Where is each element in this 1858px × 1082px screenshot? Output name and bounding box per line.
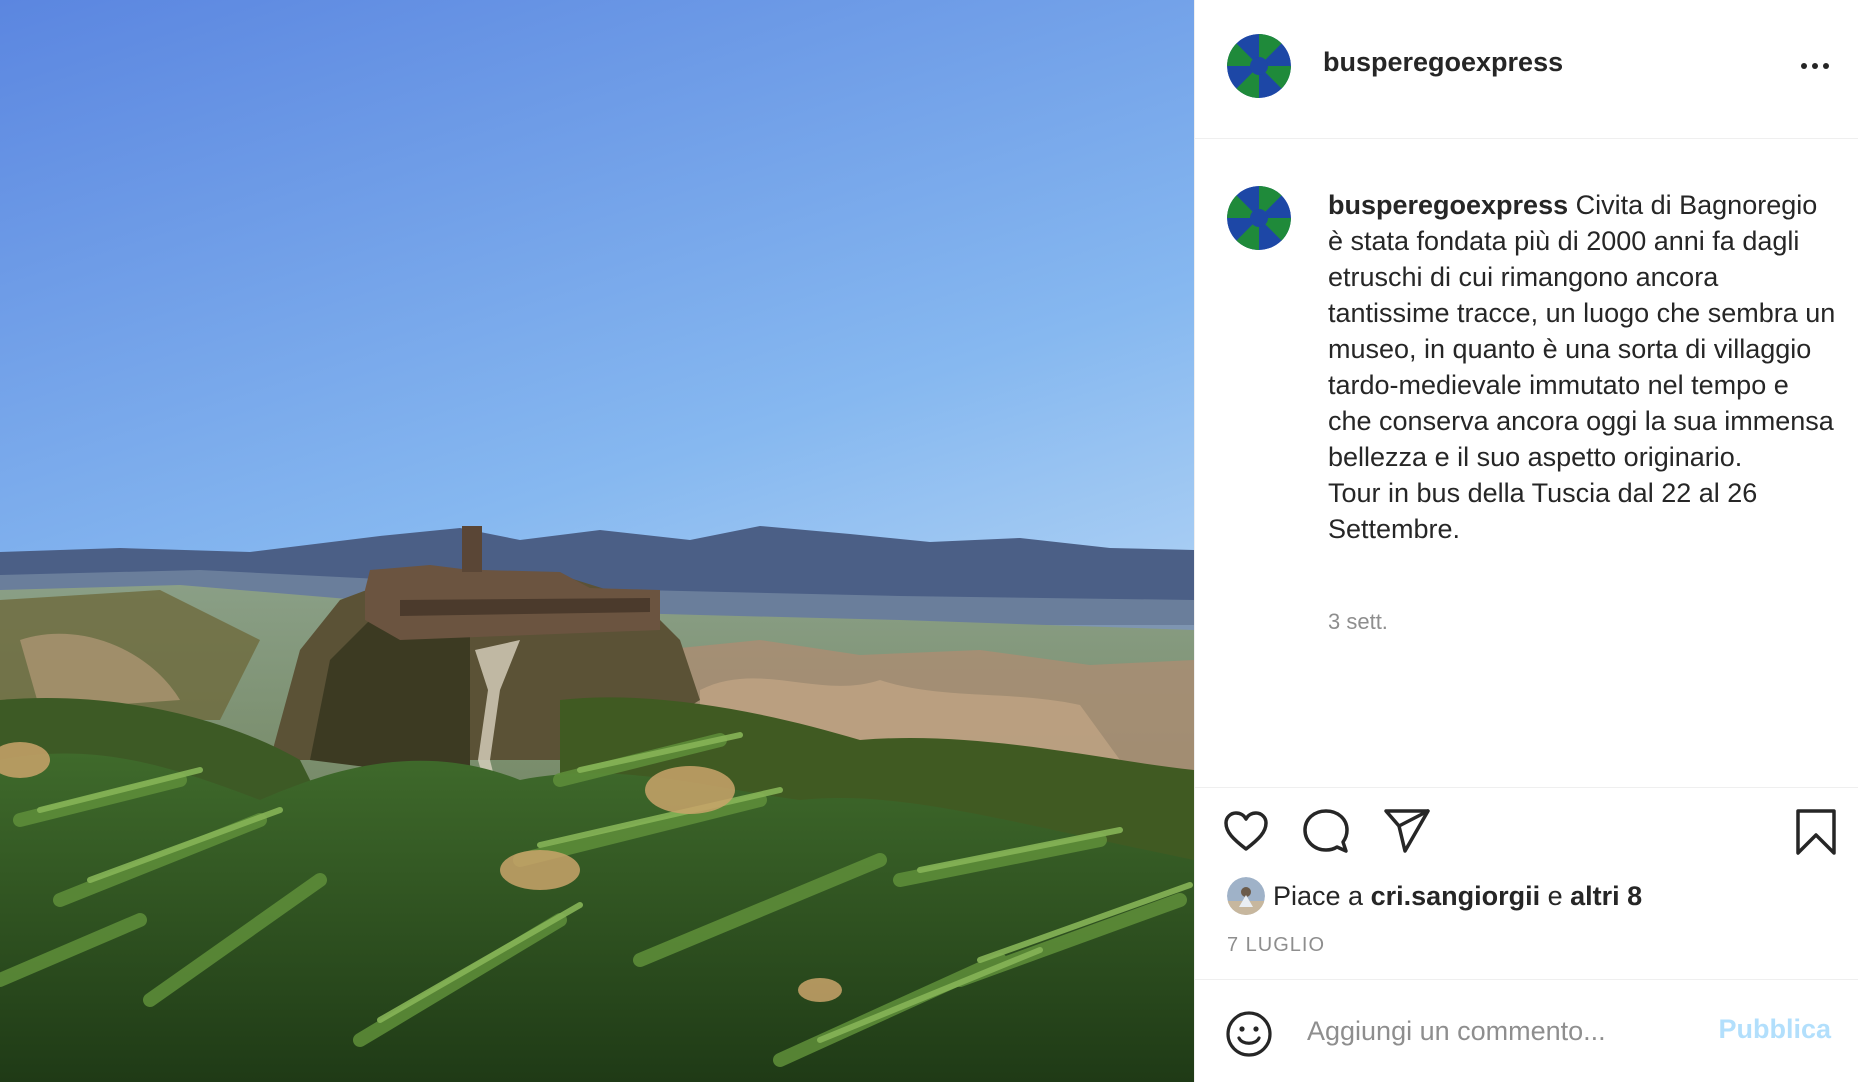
caption-text: busperegoexpress Civita di Bagnoregio è … [1328,187,1838,547]
likes-prefix: Piace a [1273,880,1371,911]
add-comment-bar: Pubblica [1195,979,1858,1082]
smiley-icon[interactable] [1225,1010,1273,1063]
profile-username[interactable]: busperegoexpress [1323,47,1563,78]
liker-avatar[interactable] [1227,877,1265,915]
post-date[interactable]: 7 LUGLIO [1227,934,1325,957]
likes-middle: e [1540,880,1571,911]
likes-others-link[interactable]: altri 8 [1570,881,1642,912]
comment-input[interactable] [1305,1008,1699,1054]
caption-time-ago[interactable]: 3 sett. [1328,609,1388,635]
dot [1812,63,1818,69]
caption-avatar[interactable] [1227,186,1291,250]
landscape-image [0,0,1194,1082]
comments-section: busperegoexpress Civita di Bagnoregio è … [1195,139,1858,787]
post-photo[interactable] [0,0,1194,1082]
post-actions: Piace a cri.sangiorgii e altri 8 7 LUGLI… [1195,787,1858,979]
avatar-logo-icon [1227,186,1291,250]
likes-summary: Piace a cri.sangiorgii e altri 8 [1227,876,1642,916]
bookmark-icon[interactable] [1795,808,1837,861]
heart-icon[interactable] [1223,810,1269,857]
avatar-logo-icon [1227,34,1291,98]
dot [1823,63,1829,69]
post-side-panel: busperegoexpress busperegoexpress Civita… [1194,0,1858,1082]
post-header: busperegoexpress [1195,0,1858,139]
comment-bubble-icon[interactable] [1303,808,1349,859]
more-options-icon[interactable] [1795,52,1835,80]
caption-username[interactable]: busperegoexpress [1328,190,1568,220]
instagram-post: busperegoexpress busperegoexpress Civita… [0,0,1858,1082]
publish-button[interactable]: Pubblica [1718,1014,1831,1045]
paper-plane-icon[interactable] [1383,808,1431,859]
dot [1801,63,1807,69]
caption-body: Civita di Bagnoregio è stata fondata più… [1328,190,1836,544]
liker-username[interactable]: cri.sangiorgii [1371,881,1541,912]
profile-avatar[interactable] [1227,34,1291,98]
